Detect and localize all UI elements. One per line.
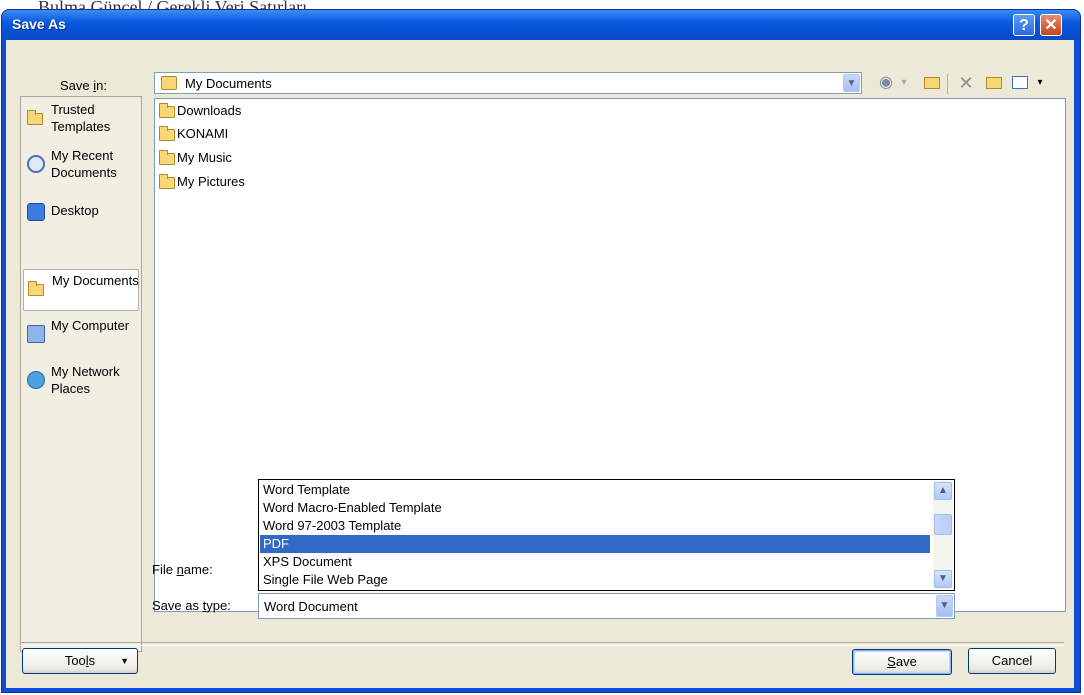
folder-icon [159,125,175,141]
place-desktop[interactable]: Desktop [23,191,139,233]
save-button[interactable]: Save [852,649,952,675]
option-word-macro-enabled-template[interactable]: Word Macro-Enabled Template [260,499,930,517]
desktop-icon [27,203,45,221]
chevron-down-icon[interactable]: ▼ [936,595,953,617]
title-bar: Save As ? ✕ [2,10,1080,40]
cancel-button[interactable]: Cancel [968,648,1056,674]
music-folder-icon [159,149,175,165]
up-one-level-icon[interactable] [922,73,942,93]
list-item[interactable]: My Pictures [159,172,245,192]
chevron-down-icon[interactable]: ▼ [843,74,860,92]
save-in-value: My Documents [185,76,272,91]
my-documents-icon [28,280,46,298]
toolbar-separator [947,74,948,94]
file-name: Downloads [177,103,242,118]
place-my-network-places[interactable]: My Network Places [23,361,139,403]
back-icon[interactable]: ◉ [876,73,896,93]
pictures-folder-icon [159,173,175,189]
save-in-label: Save in: [60,78,107,93]
place-my-documents[interactable]: My Documents [23,269,139,311]
close-button[interactable]: ✕ [1040,14,1062,36]
save-as-dialog: Save As ? ✕ Save in: My Documents ▼ ◉ ▾ … [2,10,1080,692]
save-as-type-value: Word Document [264,599,358,614]
place-label: My Network Places [51,364,120,396]
place-label: Desktop [51,203,99,218]
place-my-computer[interactable]: My Computer [23,315,139,357]
dialog-client-area: Save in: My Documents ▼ ◉ ▾ ✕ ▾ Trusted … [6,40,1074,688]
list-item[interactable]: Downloads [159,101,241,121]
place-label: My Computer [51,318,130,333]
list-item[interactable]: KONAMI [159,124,228,144]
save-in-dropdown[interactable]: My Documents ▼ [154,72,862,94]
place-label: Trusted Templates [51,102,111,134]
back-dropdown-icon[interactable]: ▾ [894,73,914,93]
save-as-type-label: Save as type: [152,598,231,613]
option-word-97-2003-template[interactable]: Word 97-2003 Template [260,517,930,535]
chevron-down-icon: ▼ [120,656,129,666]
list-item[interactable]: My Music [159,148,232,168]
my-documents-icon [161,76,177,90]
option-single-file-web-page[interactable]: Single File Web Page [260,571,930,589]
place-my-recent-documents[interactable]: My Recent Documents [23,145,139,187]
views-icon[interactable] [1010,73,1030,93]
option-pdf[interactable]: PDF [260,535,930,553]
scroll-thumb[interactable] [934,514,952,535]
recent-documents-icon [27,155,45,173]
file-name-label: File name: [152,562,213,577]
button-separator [20,642,1064,646]
file-name: My Pictures [177,174,245,189]
options-scrollbar[interactable]: ▲ ▼ [933,481,953,589]
network-places-icon [27,371,45,389]
place-label: My Documents [52,273,139,288]
help-button[interactable]: ? [1013,14,1035,36]
file-name: KONAMI [177,126,229,141]
place-label: My Recent Documents [51,148,117,180]
dialog-title: Save As [12,16,66,32]
file-name: My Music [177,150,232,165]
new-folder-icon[interactable] [984,73,1004,93]
delete-icon[interactable]: ✕ [956,73,976,93]
folder-icon [159,102,175,118]
computer-icon [27,325,45,343]
places-bar: Trusted Templates My Recent Documents De… [20,96,142,652]
folder-icon [27,109,45,127]
save-as-type-options[interactable]: Word Template Word Macro-Enabled Templat… [258,479,955,591]
option-word-template[interactable]: Word Template [260,481,930,499]
scroll-down-icon[interactable]: ▼ [934,570,952,588]
option-xps-document[interactable]: XPS Document [260,553,930,571]
tools-button[interactable]: Tools ▼ [22,648,138,674]
place-trusted-templates[interactable]: Trusted Templates [23,99,139,141]
scroll-up-icon[interactable]: ▲ [934,482,952,500]
save-as-type-dropdown[interactable]: Word Document ▼ [258,593,955,619]
views-dropdown-icon[interactable]: ▾ [1030,73,1050,93]
